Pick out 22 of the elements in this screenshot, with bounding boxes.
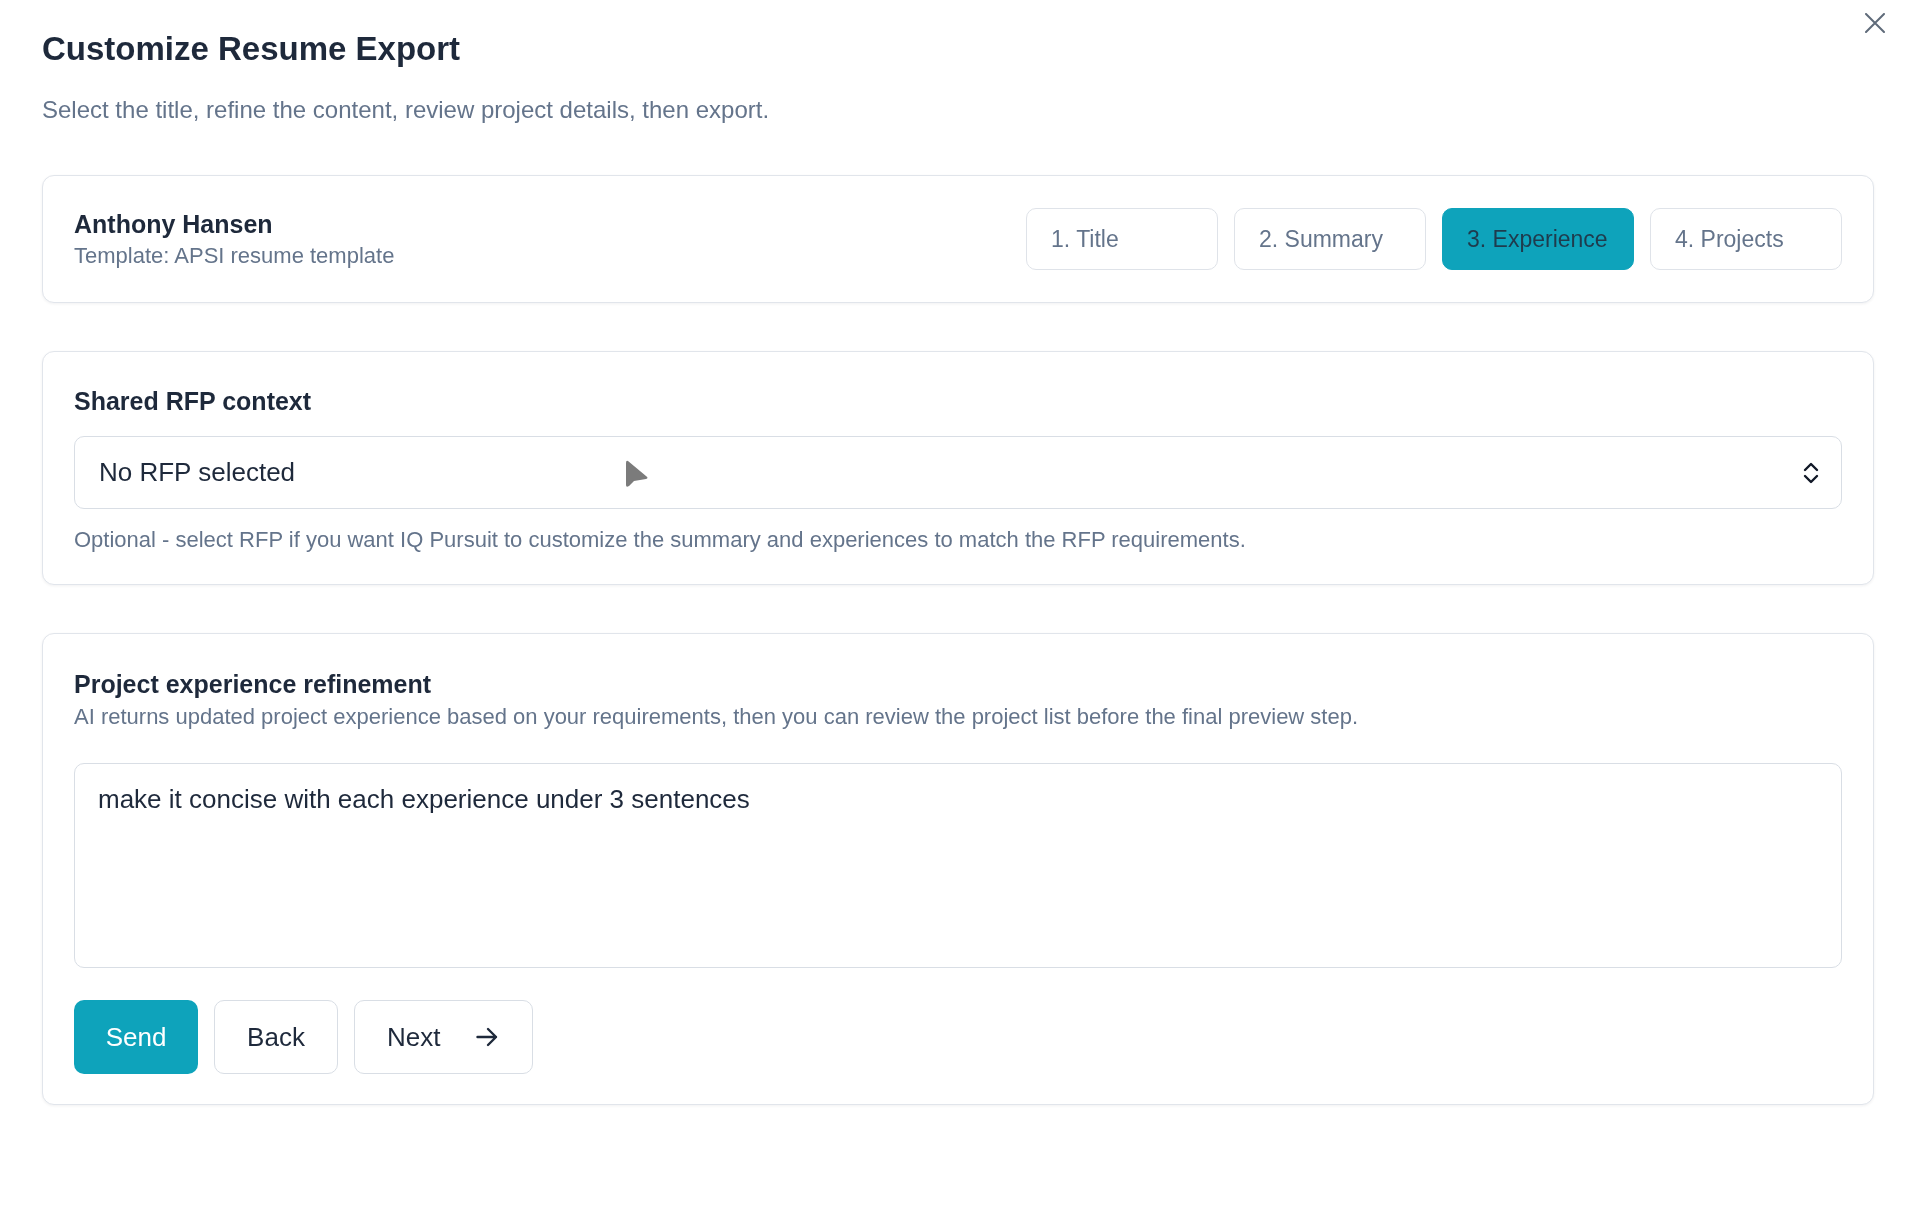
- close-button[interactable]: [1865, 13, 1885, 33]
- cursor-icon: [625, 459, 649, 489]
- step-tab[interactable]: 4. Projects: [1650, 208, 1842, 270]
- arrow-right-icon: [476, 1027, 499, 1047]
- dialog-subtitle: Select the title, refine the content, review project details, then export.: [42, 95, 771, 125]
- section-heading: Project experience refinement: [74, 669, 433, 699]
- helper-text: Optional - select RFP if you want IQ Pursuit to customize the summary and experiences to match the RFP requirements.: [74, 526, 1247, 554]
- next-button[interactable]: Next: [354, 1000, 534, 1074]
- rfp-select[interactable]: No RFP selected: [74, 436, 1842, 509]
- close-icon: [1865, 13, 1885, 33]
- step-tab[interactable]: 2. Summary: [1234, 208, 1426, 270]
- send-button[interactable]: Send: [74, 1000, 198, 1074]
- back-button[interactable]: Back: [214, 1000, 338, 1074]
- candidate-name: Anthony Hansen: [74, 208, 274, 239]
- section-description: AI returns updated project experience based on your requirements, then you can review the project list before the final preview step.: [74, 703, 1360, 731]
- chevron-up-down-icon: [1803, 461, 1819, 484]
- template-label: Template: APSI resume template: [74, 241, 395, 270]
- prompt-textarea[interactable]: make it concise with each experience under 3 sentences: [74, 763, 1842, 968]
- step-tab[interactable]: 1. Title: [1026, 208, 1218, 270]
- section-heading: Shared RFP context: [74, 386, 313, 416]
- dialog-title: Customize Resume Export: [42, 29, 462, 69]
- step-tab[interactable]: 3. Experience: [1442, 208, 1634, 270]
